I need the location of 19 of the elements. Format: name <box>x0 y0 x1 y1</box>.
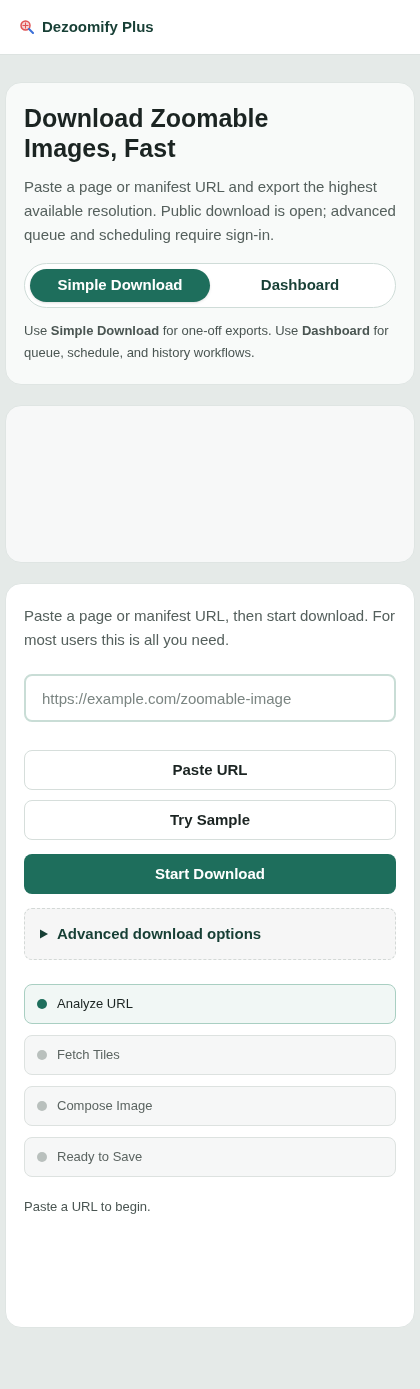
mode-tab[interactable]: Simple Download <box>30 269 210 302</box>
hero-title: Download Zoomable Images, Fast <box>24 103 270 163</box>
mode-hint: Use Simple Download for one-off exports. Use Dashboard for queue, schedule, and history workflows. <box>24 322 390 362</box>
triangle-icon <box>39 929 49 939</box>
action-button[interactable]: Try Sample <box>24 800 396 840</box>
mode-tab[interactable]: Dashboard <box>210 269 390 302</box>
start-button[interactable]: Start Download <box>24 854 396 894</box>
advanced-options-toggle[interactable]: Advanced download options <box>24 908 396 960</box>
magnifier-icon <box>20 20 34 34</box>
url-field[interactable]: https://example.com/zoomable-image <box>24 674 396 722</box>
brand-name: Dezoomify Plus <box>42 16 154 37</box>
step-label: Analyze URL <box>57 995 133 1014</box>
download-intro: Paste a page or manifest URL, then start download. For most users this is all you need. <box>24 606 396 650</box>
hero-description: Paste a page or manifest URL and export the highest available resolution. Public download is open; advanced queue and scheduling require sign-in. <box>24 177 396 245</box>
step-label: Fetch Tiles <box>57 1046 120 1065</box>
status-message: Paste a URL to begin. <box>24 1198 152 1216</box>
step-label: Ready to Save <box>57 1148 143 1167</box>
step-label: Compose Image <box>57 1097 153 1116</box>
action-button[interactable]: Paste URL <box>24 750 396 790</box>
